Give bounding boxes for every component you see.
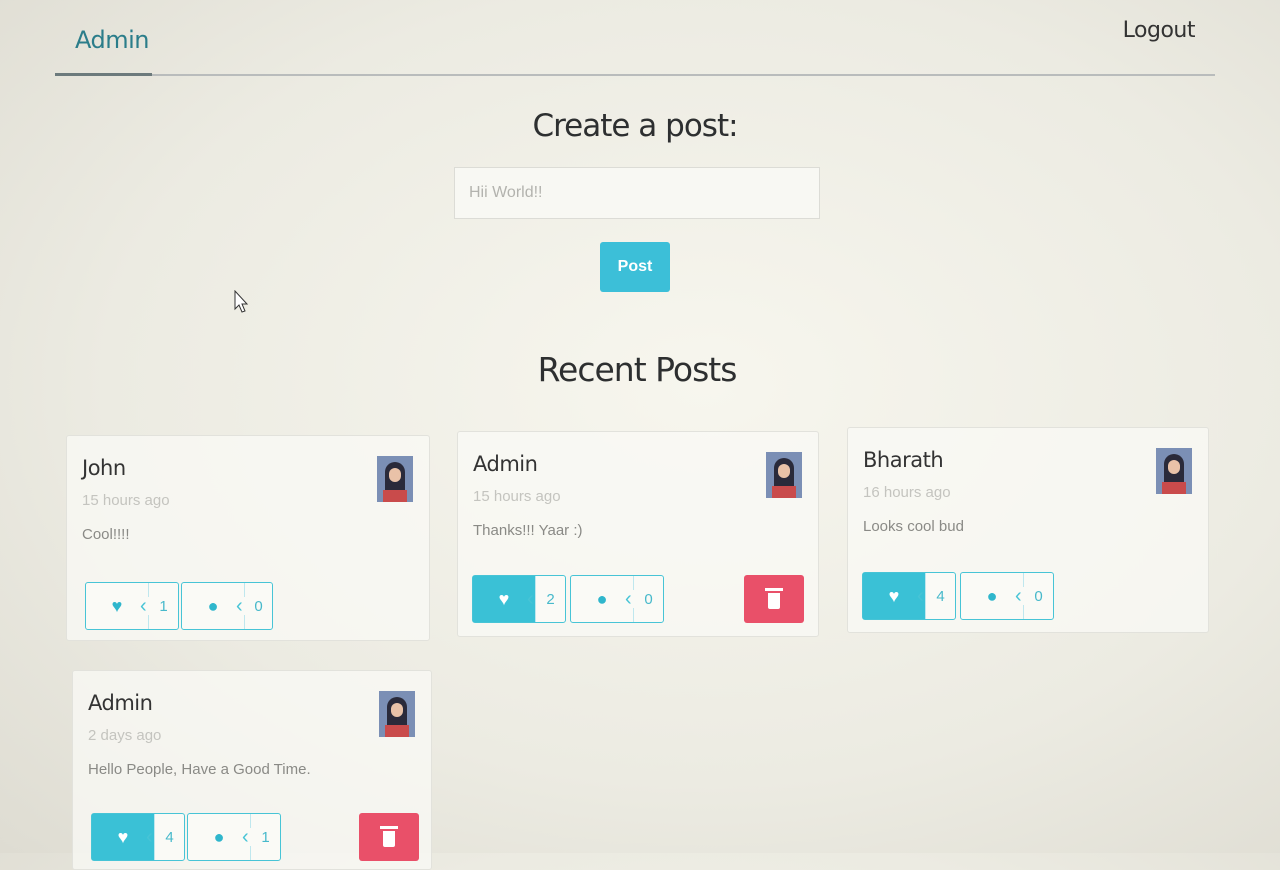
post-card: Bharath 16 hours ago Looks cool bud ♥ ‹ 4… xyxy=(847,427,1209,633)
logout-link[interactable]: Logout xyxy=(1123,18,1196,43)
comment-button[interactable]: ● ‹ 0 xyxy=(181,582,273,630)
like-count: 4 xyxy=(165,828,174,846)
heart-icon: ♥ xyxy=(473,576,535,622)
heart-icon: ♥ xyxy=(111,595,123,616)
post-author[interactable]: Admin xyxy=(88,691,153,715)
like-button[interactable]: ♥ ‹ 2 xyxy=(472,575,566,623)
like-count: 2 xyxy=(546,590,555,608)
post-body: Cool!!!! xyxy=(82,526,130,543)
create-post-heading: Create a post: xyxy=(532,108,738,144)
post-card: John 15 hours ago Cool!!!! ♥ ‹ 1 ● ‹ 0 xyxy=(66,435,430,641)
delete-post-button[interactable] xyxy=(359,813,419,861)
nav-brand-admin[interactable]: Admin xyxy=(75,26,150,54)
comment-icon: ● xyxy=(207,595,219,616)
heart-icon: ♥ xyxy=(863,573,925,619)
post-body: Thanks!!! Yaar :) xyxy=(473,522,583,539)
comment-icon: ● xyxy=(986,585,998,606)
like-count: 1 xyxy=(159,597,168,615)
trash-icon xyxy=(765,588,783,609)
post-text-input[interactable] xyxy=(454,167,820,219)
post-time: 16 hours ago xyxy=(863,484,951,501)
comment-icon: ● xyxy=(213,826,225,847)
post-body: Looks cool bud xyxy=(863,518,964,535)
post-author[interactable]: Admin xyxy=(473,452,538,476)
author-avatar[interactable] xyxy=(379,691,415,737)
post-time: 2 days ago xyxy=(88,727,162,744)
author-avatar[interactable] xyxy=(1156,448,1192,494)
mouse-cursor-icon xyxy=(234,290,249,313)
active-nav-indicator xyxy=(55,73,152,76)
trash-icon xyxy=(380,826,398,847)
delete-post-button[interactable] xyxy=(744,575,804,623)
post-author[interactable]: John xyxy=(82,456,126,480)
comment-button[interactable]: ● ‹ 0 xyxy=(960,572,1054,620)
author-avatar[interactable] xyxy=(377,456,413,502)
author-avatar[interactable] xyxy=(766,452,802,498)
post-author[interactable]: Bharath xyxy=(863,448,944,472)
post-body: Hello People, Have a Good Time. xyxy=(88,761,311,778)
comment-count: 1 xyxy=(261,828,270,846)
like-count: 4 xyxy=(936,587,945,605)
post-card: Admin 15 hours ago Thanks!!! Yaar :) ♥ ‹… xyxy=(457,431,819,637)
post-time: 15 hours ago xyxy=(473,488,561,505)
comment-button[interactable]: ● ‹ 1 xyxy=(187,813,281,861)
like-button[interactable]: ♥ ‹ 4 xyxy=(91,813,185,861)
post-button[interactable]: Post xyxy=(600,242,670,292)
recent-posts-heading: Recent Posts xyxy=(537,350,738,389)
comment-count: 0 xyxy=(254,597,263,615)
post-card: Admin 2 days ago Hello People, Have a Go… xyxy=(72,670,432,870)
comment-count: 0 xyxy=(644,590,653,608)
like-button[interactable]: ♥ ‹ 4 xyxy=(862,572,956,620)
like-button[interactable]: ♥ ‹ 1 xyxy=(85,582,179,630)
comment-button[interactable]: ● ‹ 0 xyxy=(570,575,664,623)
comment-count: 0 xyxy=(1034,587,1043,605)
comment-icon: ● xyxy=(596,588,608,609)
top-navbar: Admin Logout xyxy=(55,0,1215,76)
heart-icon: ♥ xyxy=(92,814,154,860)
post-time: 15 hours ago xyxy=(82,492,170,509)
